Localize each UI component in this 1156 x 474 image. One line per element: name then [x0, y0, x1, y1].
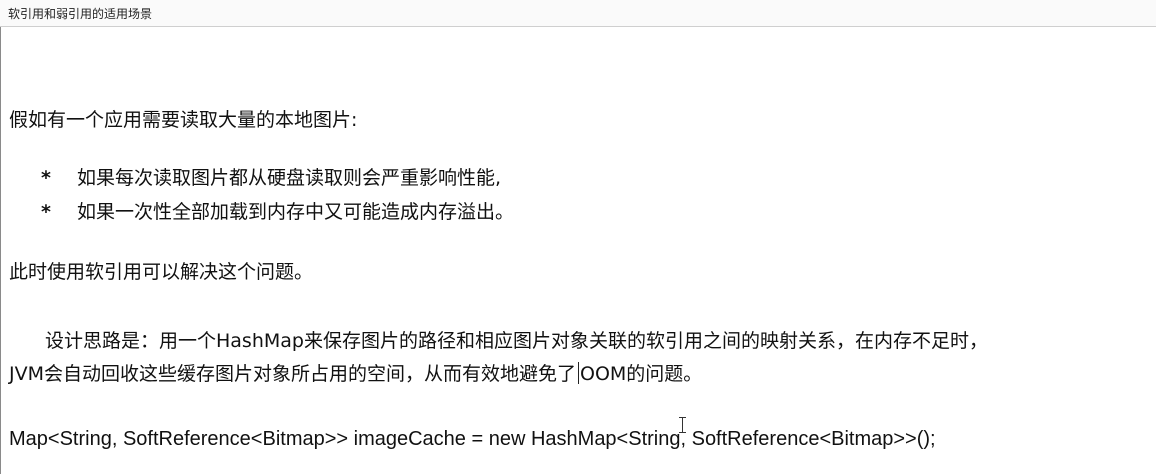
design-text-after-caret: OOM的问题。 [580, 363, 703, 385]
ibeam-cursor-icon [678, 417, 687, 433]
document-body[interactable]: 假如有一个应用需要读取大量的本地图片: * 如果每次读取图片都从硬盘读取则会严重影… [9, 0, 1154, 474]
code-line: Map<String, SoftReference<Bitmap>> image… [9, 428, 936, 450]
design-text-before-caret: JVM会自动回收这些缓存图片对象所占用的空间，从而有效地避免了 [9, 363, 576, 385]
bullet-marker: * [41, 167, 51, 189]
conclusion-paragraph: 此时使用软引用可以解决这个问题。 [9, 261, 314, 283]
bullet-item: * 如果每次读取图片都从硬盘读取则会严重影响性能, [41, 166, 501, 190]
design-paragraph-line-2: JVM会自动回收这些缓存图片对象所占用的空间，从而有效地避免了 OOM的问题。 [9, 362, 702, 386]
bullet-text: 如果每次读取图片都从硬盘读取则会严重影响性能, [77, 167, 502, 189]
text-caret [578, 362, 579, 384]
design-paragraph-line-1: 设计思路是：用一个HashMap来保存图片的路径和相应图片对象关联的软引用之间的… [45, 330, 988, 352]
bullet-marker: * [41, 201, 51, 223]
intro-paragraph: 假如有一个应用需要读取大量的本地图片: [9, 109, 358, 131]
bullet-text: 如果一次性全部加载到内存中又可能造成内存溢出。 [77, 201, 515, 223]
page-left-edge [0, 27, 1, 474]
bullet-item: * 如果一次性全部加载到内存中又可能造成内存溢出。 [41, 200, 514, 224]
